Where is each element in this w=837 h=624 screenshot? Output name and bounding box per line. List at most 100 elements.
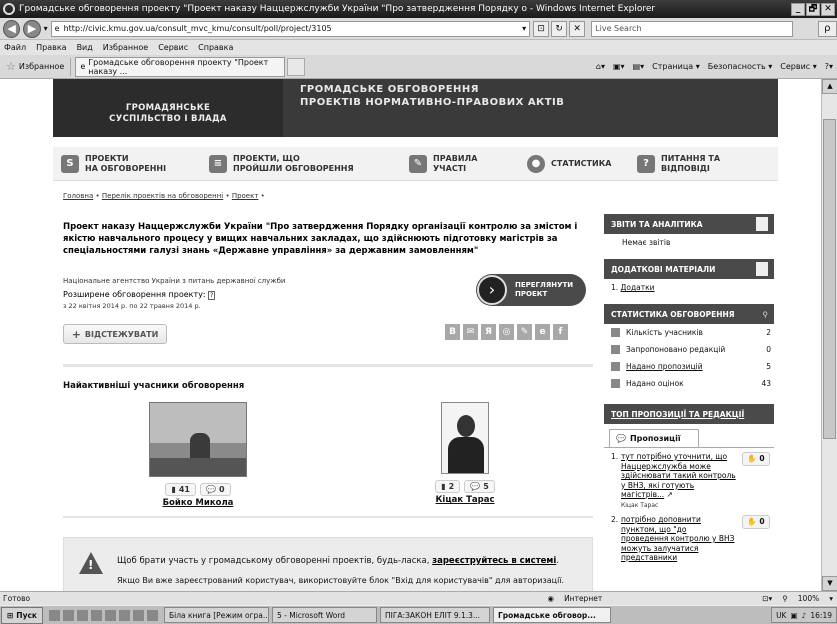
compat-icon[interactable]: ⊡ (533, 20, 550, 37)
share-facebook-icon[interactable]: f (553, 324, 568, 340)
favorites-button[interactable]: ☆ Избранное (0, 57, 72, 76)
help-icon[interactable]: ?▾ (825, 62, 833, 71)
zoom-icon[interactable]: ⚲ (782, 594, 788, 603)
comments-value: 0 (218, 485, 225, 494)
quicklaunch-icon[interactable] (77, 609, 88, 621)
protected-mode-icon[interactable]: ⊡▾ (762, 594, 772, 603)
new-tab-button[interactable] (287, 57, 306, 76)
task-ie[interactable]: Громадське обговор... (493, 607, 611, 623)
nav-rules[interactable]: ✎ ПРАВИЛА УЧАСТІ (409, 154, 527, 174)
menu-view[interactable]: Вид (77, 43, 93, 52)
scroll-down-icon[interactable]: ▼ (822, 576, 837, 591)
participant-photo[interactable] (149, 402, 247, 477)
tab-proposals[interactable]: 💬 Пропозиції (609, 429, 699, 447)
stat-label-link[interactable]: Надано пропозицій (626, 362, 766, 371)
quicklaunch-icon[interactable] (63, 609, 74, 621)
feeds-icon[interactable]: ▣▾ (613, 62, 625, 71)
track-button[interactable]: + ВІДСТЕЖУВАТИ (63, 324, 167, 344)
proposal-item: 1. тут потрібно уточнити, що Наццержслуж… (611, 452, 770, 510)
external-link-icon[interactable]: ↗ (667, 490, 673, 499)
vertical-scrollbar[interactable]: ▲ ▼ (821, 79, 837, 591)
breadcrumb-list[interactable]: Перелік проектів на обговоренні (102, 192, 223, 200)
likes-count: ▮ 41 (165, 483, 196, 496)
volume-icon[interactable]: ♪ (802, 611, 807, 620)
stat-row: Кількість учасників 2 (604, 324, 774, 341)
quicklaunch-icon[interactable] (105, 609, 116, 621)
cmd-security[interactable]: Безопасность ▾ (708, 62, 773, 71)
search-input[interactable]: Live Search (591, 20, 793, 37)
quicklaunch-ie-icon[interactable] (49, 609, 60, 621)
participant-name[interactable]: Кіцак Тарас (425, 495, 505, 505)
share-vk-icon[interactable]: B (445, 324, 460, 340)
print-icon[interactable]: ▤▾ (633, 62, 645, 71)
search-button[interactable]: ρ (817, 20, 837, 37)
menu-edit[interactable]: Правка (36, 43, 66, 52)
reports-box: ЗВІТИ ТА АНАЛІТИКА Немає звітів (604, 214, 774, 251)
back-button[interactable]: ◀ (3, 19, 21, 38)
forward-button[interactable]: ▶ (23, 19, 41, 38)
refresh-icon[interactable]: ↻ (551, 20, 568, 37)
attachments-link[interactable]: Додатки (621, 283, 655, 292)
task-word-2[interactable]: 5 - Microsoft Word (272, 607, 377, 623)
cmd-page[interactable]: Страница ▾ (652, 62, 700, 71)
site-banner: ГРОМАДЯНСЬКЕ СУСПІЛЬСТВО І ВЛАДА ГРОМАДС… (53, 79, 778, 137)
quicklaunch-icon[interactable] (147, 609, 158, 621)
proposal-link[interactable]: тут потрібно уточнити, що Наццержслужба … (621, 452, 736, 499)
menu-tools[interactable]: Сервис (158, 43, 188, 52)
browser-tab[interactable]: e Громадське обговорення проекту "Проект… (75, 56, 286, 77)
breadcrumb-project[interactable]: Проект (232, 192, 259, 200)
quicklaunch-icon[interactable] (119, 609, 130, 621)
menu-favorites[interactable]: Избранное (103, 43, 148, 52)
nav-label: СТАТИСТИКА (551, 158, 612, 168)
nav-projects-open[interactable]: S ПРОЕКТИ НА ОБГОВОРЕННІ (61, 154, 209, 174)
nav-faq[interactable]: ? ПИТАННЯ ТА ВІДПОВІДІ (637, 154, 757, 174)
speech-bubble-icon: 💬 (616, 434, 626, 443)
participant-name[interactable]: Бойко Микола (149, 498, 247, 508)
zoom-level[interactable]: 100% (798, 594, 819, 603)
window-title: Громадське обговорення проекту "Проект н… (19, 4, 656, 14)
language-indicator[interactable]: UK (776, 611, 786, 620)
share-livejournal-icon[interactable]: ✎ (517, 324, 532, 340)
divider (63, 364, 593, 367)
zoom-dropdown-icon[interactable]: ▾ (829, 594, 833, 603)
view-project-button[interactable]: › ПЕРЕГЛЯНУТИ ПРОЕКТ (476, 274, 586, 306)
task-word-1[interactable]: Біла книга [Режим огра... (164, 607, 269, 623)
org-logo[interactable]: ГРОМАДЯНСЬКЕ СУСПІЛЬСТВО І ВЛАДА (53, 79, 283, 137)
home-icon[interactable]: ⌂▾ (596, 62, 605, 71)
share-odnoklassniki-icon[interactable]: ◎ (499, 324, 514, 340)
share-blogger-icon[interactable]: e (535, 324, 550, 340)
materials-header: ДОДАТКОВІ МАТЕРІАЛИ (604, 259, 774, 279)
quicklaunch-icon[interactable] (133, 609, 144, 621)
tray-icon[interactable]: ▣ (790, 611, 797, 620)
person-icon (611, 328, 620, 337)
share-mail-icon[interactable]: ✉ (463, 324, 478, 340)
start-button[interactable]: ⊞ Пуск (1, 606, 43, 624)
breadcrumb-home[interactable]: Головна (63, 192, 93, 200)
menu-help[interactable]: Справка (198, 43, 233, 52)
quicklaunch-icon[interactable] (91, 609, 102, 621)
address-url[interactable]: http://civic.kmu.gov.ua/consult_mvc_kmu/… (64, 24, 523, 33)
proposal-author[interactable]: Кіцак Тарас (621, 502, 658, 509)
share-ya-icon[interactable]: Я (481, 324, 496, 340)
scroll-thumb[interactable] (823, 119, 836, 439)
proposal-link[interactable]: потрібно доповнити пунктом, що "до прове… (621, 515, 734, 562)
info-icon[interactable]: ? (208, 291, 216, 300)
address-dropdown-icon[interactable]: ▾ (522, 24, 526, 33)
minimize-button[interactable]: _ (791, 2, 805, 16)
address-bar[interactable]: e http://civic.kmu.gov.ua/consult_mvc_km… (50, 20, 531, 37)
cmd-tools[interactable]: Сервис ▾ (780, 62, 816, 71)
nav-stats[interactable]: ● СТАТИСТИКА (527, 154, 637, 173)
menu-file[interactable]: Файл (4, 43, 26, 52)
register-link[interactable]: зареєструйтесь в системі (432, 556, 556, 566)
stop-icon[interactable]: ✕ (569, 20, 586, 37)
history-dropdown-icon[interactable]: ▾ (44, 24, 48, 33)
top-proposals-header[interactable]: ТОП ПРОПОЗИЦІЇ ТА РЕДАКЦІЇ (604, 404, 774, 424)
participant-photo[interactable] (441, 402, 489, 474)
nav-projects-closed[interactable]: ≡ ПРОЕКТИ, ЩО ПРОЙШЛИ ОБГОВОРЕННЯ (209, 154, 409, 174)
quick-launch (49, 609, 158, 621)
favorites-label: Избранное (18, 62, 65, 71)
maximize-button[interactable]: 🗗 (806, 2, 820, 16)
close-button[interactable]: ✕ (821, 2, 835, 16)
scroll-up-icon[interactable]: ▲ (822, 79, 837, 94)
task-explorer[interactable]: ПІГА:ЗАКОН ЕЛІТ 9.1.3... (380, 607, 490, 623)
